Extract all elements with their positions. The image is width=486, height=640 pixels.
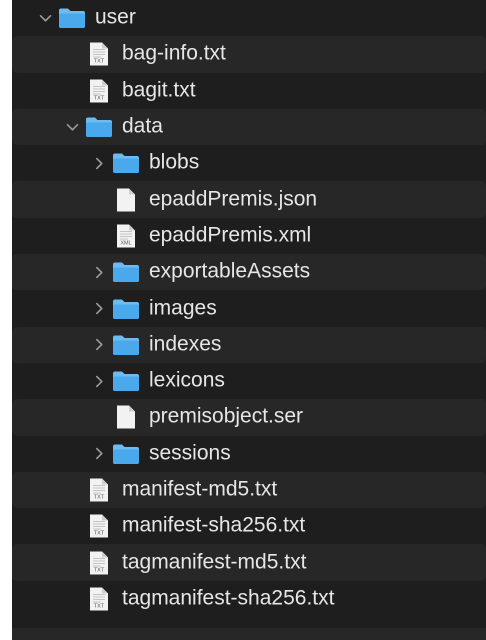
item-label: tagmanifest-sha256.txt: [122, 586, 335, 610]
document-icon: XML: [116, 223, 136, 248]
folder-row-indexes[interactable]: indexes: [12, 326, 486, 363]
file-row-bagit-txt[interactable]: TXT bagit.txt: [12, 73, 486, 109]
document-icon: [116, 187, 136, 212]
folder-icon: [112, 298, 140, 320]
file-tree: user TXT bag-info.txt TXT bagit.txt data…: [12, 0, 486, 617]
folder-row-lexicons[interactable]: lexicons: [12, 363, 486, 399]
folder-row-sessions[interactable]: sessions: [12, 436, 486, 472]
document-icon: TXT: [89, 550, 109, 575]
item-label: tagmanifest-md5.txt: [122, 550, 307, 574]
folder-row-blobs[interactable]: blobs: [12, 145, 486, 181]
document-icon: TXT: [89, 478, 109, 503]
item-label: manifest-md5.txt: [122, 477, 278, 501]
svg-text:TXT: TXT: [94, 495, 105, 501]
folder-row-data[interactable]: data: [12, 108, 486, 146]
file-row-premisobject-ser[interactable]: premisobject.ser: [12, 399, 486, 436]
item-label: images: [149, 296, 217, 320]
item-label: bagit.txt: [122, 78, 196, 102]
chevron-down-icon[interactable]: [63, 109, 81, 145]
chevron-right-icon[interactable]: [90, 254, 108, 290]
item-label: sessions: [149, 441, 231, 465]
item-label: bag-info.txt: [122, 41, 226, 65]
file-row-manifest-md5-txt[interactable]: TXT manifest-md5.txt: [12, 471, 486, 509]
item-label: manifest-sha256.txt: [122, 513, 306, 537]
chevron-right-icon[interactable]: [90, 290, 108, 326]
chevron-right-icon[interactable]: [90, 145, 108, 181]
svg-text:XML: XML: [120, 240, 131, 246]
document-icon: TXT: [89, 586, 109, 611]
chevron-right-icon[interactable]: [90, 363, 108, 399]
item-label: epaddPremis.xml: [149, 223, 312, 247]
svg-text:TXT: TXT: [94, 59, 105, 65]
chevron-right-icon[interactable]: [90, 436, 108, 472]
file-row-tagmanifest-md5-txt[interactable]: TXT tagmanifest-md5.txt: [12, 544, 486, 581]
svg-text:TXT: TXT: [94, 603, 105, 609]
folder-icon: [112, 370, 140, 392]
item-label: exportableAssets: [149, 259, 311, 283]
file-row-epaddpremis-xml[interactable]: XML epaddPremis.xml: [12, 218, 486, 254]
chevron-right-icon[interactable]: [90, 327, 108, 363]
item-label: epaddPremis.json: [149, 187, 318, 211]
file-row-epaddpremis-json[interactable]: epaddPremis.json: [12, 181, 486, 218]
finder-list-view: user TXT bag-info.txt TXT bagit.txt data…: [12, 0, 486, 640]
svg-text:TXT: TXT: [94, 531, 105, 537]
list-bottom-row: [12, 628, 486, 640]
item-label: lexicons: [149, 368, 225, 392]
folder-row-user[interactable]: user: [12, 0, 486, 36]
folder-icon: [58, 7, 86, 29]
file-row-manifest-sha256-txt[interactable]: TXT manifest-sha256.txt: [12, 508, 486, 544]
folder-row-exportableassets[interactable]: exportableAssets: [12, 254, 486, 291]
folder-icon: [85, 116, 113, 138]
folder-icon: [112, 261, 140, 283]
chevron-down-icon[interactable]: [36, 0, 54, 36]
file-row-tagmanifest-sha256-txt[interactable]: TXT tagmanifest-sha256.txt: [12, 581, 486, 617]
item-label: data: [122, 114, 163, 138]
folder-icon: [112, 443, 140, 465]
folder-icon: [112, 334, 140, 356]
document-icon: [116, 405, 136, 430]
document-icon: TXT: [89, 42, 109, 67]
svg-text:TXT: TXT: [94, 567, 105, 573]
svg-text:TXT: TXT: [94, 95, 105, 101]
item-label: blobs: [149, 150, 200, 174]
item-label: user: [95, 5, 136, 29]
file-row-bag-info-txt[interactable]: TXT bag-info.txt: [12, 36, 486, 73]
folder-row-images[interactable]: images: [12, 290, 486, 326]
item-label: premisobject.ser: [149, 404, 304, 428]
item-label: indexes: [149, 332, 222, 356]
document-icon: TXT: [89, 78, 109, 103]
document-icon: TXT: [89, 514, 109, 539]
folder-icon: [112, 152, 140, 174]
